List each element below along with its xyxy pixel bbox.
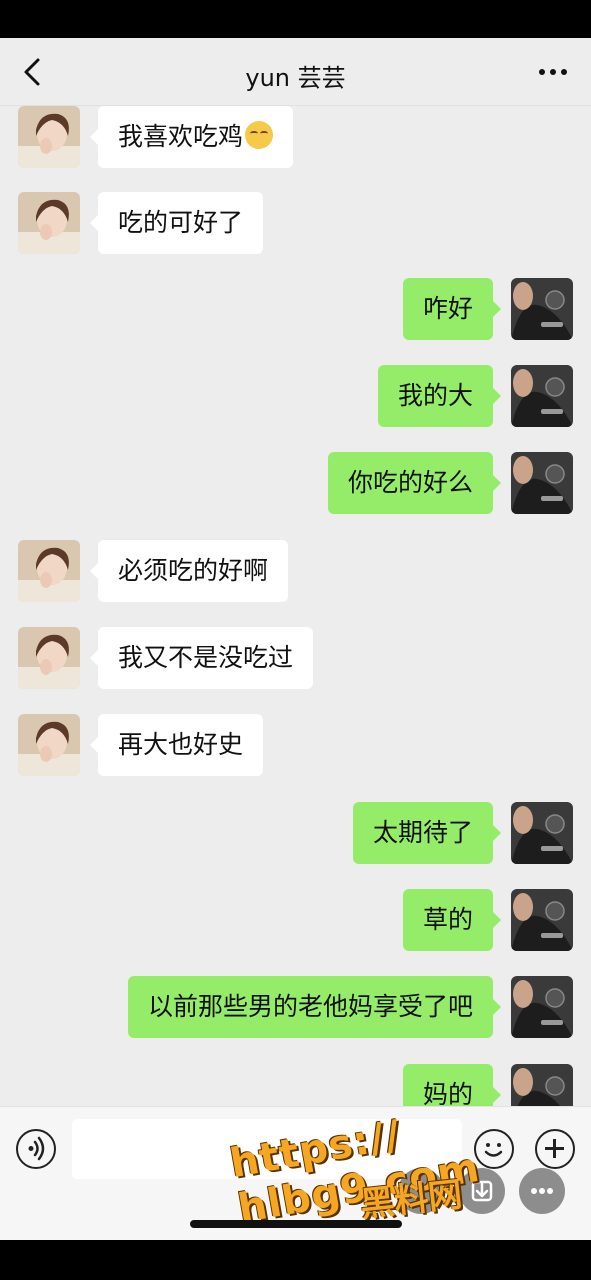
message-text: 太期待了: [372, 818, 473, 847]
voice-icon: [28, 1136, 45, 1161]
message-text: 咋好: [422, 294, 473, 323]
received-message-bubble[interactable]: 我喜欢吃鸡: [89, 106, 294, 168]
received-message-bubble[interactable]: 吃的可好了: [89, 192, 264, 254]
message-text: 必须吃的好啊: [118, 556, 269, 585]
chat-title: yun 芸芸: [245, 64, 346, 92]
message-text: 我喜欢吃鸡: [118, 122, 244, 151]
user-avatar[interactable]: [511, 802, 573, 864]
emoji-icon: [245, 121, 274, 149]
user-avatar[interactable]: [511, 889, 573, 951]
bottom-bar: [0, 1240, 591, 1280]
message-row: 我喜欢吃鸡: [0, 106, 591, 168]
contact-avatar[interactable]: [18, 540, 80, 602]
message-row: 我又不是没吃过: [0, 627, 591, 689]
sent-message-bubble[interactable]: 草的: [402, 889, 502, 951]
contact-avatar[interactable]: [18, 106, 80, 168]
message-text: 以前那些男的老他妈享受了吧: [147, 992, 473, 1021]
contact-avatar[interactable]: [18, 627, 80, 689]
message-row: 太期待了: [0, 802, 591, 864]
message-row: 必须吃的好啊: [0, 540, 591, 602]
user-avatar[interactable]: [511, 976, 573, 1038]
sent-message-bubble[interactable]: 以前那些男的老他妈享受了吧: [127, 976, 502, 1038]
sent-message-bubble[interactable]: 太期待了: [352, 802, 502, 864]
more-options-icon[interactable]: [537, 60, 569, 84]
status-bar: [0, 0, 591, 38]
message-row: 再大也好史: [0, 714, 591, 776]
message-text: 你吃的好么: [347, 468, 473, 497]
message-row: 我的大: [0, 365, 591, 427]
message-row: 草的: [0, 889, 591, 951]
sent-message-bubble[interactable]: 我的大: [377, 365, 502, 427]
user-avatar[interactable]: [511, 452, 573, 514]
received-message-bubble[interactable]: 必须吃的好啊: [89, 540, 289, 602]
sent-message-bubble[interactable]: 你吃的好么: [327, 452, 502, 514]
message-row: 咋好: [0, 278, 591, 340]
voice-input-button[interactable]: [16, 1129, 56, 1169]
contact-avatar[interactable]: [18, 192, 80, 254]
chat-header: yun 芸芸: [0, 38, 591, 106]
message-row: 你吃的好么: [0, 452, 591, 514]
message-row: 以前那些男的老他妈享受了吧: [0, 976, 591, 1038]
home-indicator[interactable]: [190, 1220, 402, 1228]
user-avatar[interactable]: [511, 365, 573, 427]
received-message-bubble[interactable]: 我又不是没吃过: [89, 627, 314, 689]
message-row: 吃的可好了: [0, 192, 591, 254]
message-text: 草的: [422, 905, 473, 934]
user-avatar[interactable]: [511, 278, 573, 340]
received-message-bubble[interactable]: 再大也好史: [89, 714, 264, 776]
message-text: 我的大: [397, 381, 473, 410]
contact-avatar[interactable]: [18, 714, 80, 776]
message-text: 吃的可好了: [118, 208, 244, 237]
sent-message-bubble[interactable]: 咋好: [402, 278, 502, 340]
message-text: 再大也好史: [118, 730, 244, 759]
message-list[interactable]: 我喜欢吃鸡 吃的可好了 咋好 我的大 你吃的好么 必须吃的好啊 我又不是没吃过 …: [0, 106, 591, 1106]
message-text: 我又不是没吃过: [118, 643, 294, 672]
